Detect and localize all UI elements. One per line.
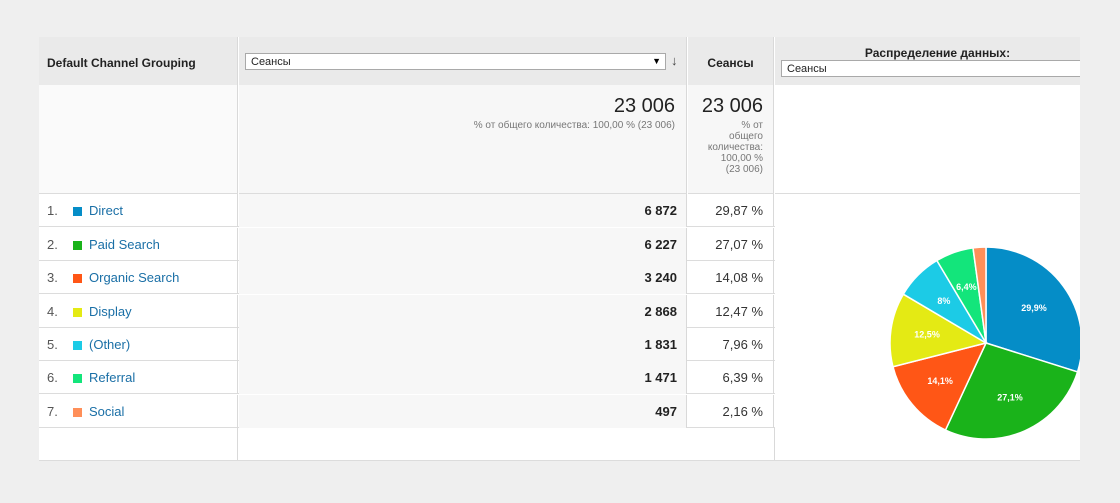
metric-total: 23 006 xyxy=(613,95,675,117)
row-percent: 12,47 % xyxy=(688,295,774,328)
row-percent: 27,07 % xyxy=(688,228,774,261)
channel-link-direct[interactable]: Direct xyxy=(89,203,123,218)
sessions-total-note: % от общего количества: 100,00 % (23 006… xyxy=(688,120,763,175)
pie-slice-label: 12,5% xyxy=(914,330,940,340)
channel-link-organic-search[interactable]: Organic Search xyxy=(89,270,179,285)
empty-cell xyxy=(39,428,238,460)
row-value: 1 471 xyxy=(239,361,687,394)
row-value: 3 240 xyxy=(239,261,687,294)
color-swatch xyxy=(73,374,82,383)
sessions-total: 23 006 xyxy=(701,95,763,117)
row-value: 1 831 xyxy=(239,328,687,361)
pie-slice-label: 27,1% xyxy=(997,392,1023,402)
pie-chart: 29,9% 27,1% 14,1% 12,5% 8% 6,4% xyxy=(889,246,1080,440)
row-value: 497 xyxy=(239,395,687,428)
row-percent: 7,96 % xyxy=(688,328,774,361)
row-name-cell: 5. (Other) xyxy=(39,328,238,361)
row-value: 6 872 xyxy=(239,194,687,227)
sessions-note-line: 100,00 % xyxy=(720,153,763,164)
row-percent: 29,87 % xyxy=(688,194,774,227)
row-name-cell: 3. Organic Search xyxy=(39,261,238,294)
pie-slice-label: 29,9% xyxy=(1021,303,1047,313)
totals-metric-cell: 23 006 % от общего количества: 100,00 % … xyxy=(239,85,687,194)
empty-cell xyxy=(239,428,775,460)
sessions-note-line: % от xyxy=(741,120,763,131)
totals-distribution-cell xyxy=(775,85,1080,194)
row-percent: 6,39 % xyxy=(688,361,774,394)
sessions-note-line: общего xyxy=(729,131,763,142)
pie-slice-label: 8% xyxy=(937,296,950,306)
table-row: 3. Organic Search 3 240 14,08 % xyxy=(39,261,775,294)
table-row: 7. Social 497 2,16 % xyxy=(39,395,775,428)
totals-sessions-cell: 23 006 % от общего количества: 100,00 % … xyxy=(688,85,774,194)
sessions-note-line: (23 006) xyxy=(725,164,763,175)
channel-link-other[interactable]: (Other) xyxy=(89,337,130,352)
color-swatch xyxy=(73,341,82,350)
row-value: 6 227 xyxy=(239,228,687,261)
sessions-note-line: количества: xyxy=(707,142,763,153)
dropdown-arrow-icon: ▼ xyxy=(652,56,661,66)
pie-slice-label: 14,1% xyxy=(927,376,953,386)
row-name-cell: 6. Referral xyxy=(39,361,238,394)
pie-slice-label: 6,4% xyxy=(956,282,977,292)
distribution-chart-area: 29,9% 27,1% 14,1% 12,5% 8% 6,4% xyxy=(775,194,1080,460)
channel-link-social[interactable]: Social xyxy=(89,404,124,419)
color-swatch xyxy=(73,308,82,317)
channel-link-paid-search[interactable]: Paid Search xyxy=(89,237,160,252)
distribution-header: Распределение данных: Сеансы xyxy=(775,37,1080,85)
sort-descending-icon[interactable]: ↓ xyxy=(671,53,678,68)
row-name-cell: 2. Paid Search xyxy=(39,228,238,261)
row-index: 4. xyxy=(47,304,58,319)
row-name-cell: 7. Social xyxy=(39,395,238,428)
color-swatch xyxy=(73,207,82,216)
table-row: 2. Paid Search 6 227 27,07 % xyxy=(39,228,775,261)
metric-select-value: Сеансы xyxy=(251,56,291,68)
channel-link-referral[interactable]: Referral xyxy=(89,370,135,385)
metric-total-note: % от общего количества: 100,00 % (23 006… xyxy=(473,120,675,131)
row-percent: 14,08 % xyxy=(688,261,774,294)
table-row: 5. (Other) 1 831 7,96 % xyxy=(39,328,775,361)
channel-link-display[interactable]: Display xyxy=(89,304,132,319)
table-row: 1. Direct 6 872 29,87 % xyxy=(39,194,775,227)
color-swatch xyxy=(73,274,82,283)
row-index: 7. xyxy=(47,404,58,419)
row-percent: 2,16 % xyxy=(688,395,774,428)
metric-select[interactable]: Сеансы ▼ xyxy=(245,53,666,70)
sessions-header-label: Сеансы xyxy=(707,56,754,70)
color-swatch xyxy=(73,408,82,417)
row-index: 5. xyxy=(47,337,58,352)
table-row: 6. Referral 1 471 6,39 % xyxy=(39,361,775,394)
sessions-header[interactable]: Сеансы xyxy=(688,37,774,85)
row-name-cell: 4. Display xyxy=(39,295,238,328)
distribution-label: Распределение данных: xyxy=(864,46,1011,60)
dimension-header[interactable]: Default Channel Grouping xyxy=(39,37,238,85)
row-index: 2. xyxy=(47,237,58,252)
row-index: 6. xyxy=(47,370,58,385)
metric-header: Сеансы ▼ ↓ xyxy=(239,37,687,85)
color-swatch xyxy=(73,241,82,250)
distribution-select[interactable]: Сеансы xyxy=(781,60,1080,77)
dimension-header-label: Default Channel Grouping xyxy=(47,56,196,70)
distribution-select-value: Сеансы xyxy=(787,63,827,75)
table-row: 4. Display 2 868 12,47 % xyxy=(39,295,775,328)
totals-dimension-cell xyxy=(39,85,238,194)
row-index: 3. xyxy=(47,270,58,285)
report-table: Default Channel Grouping Сеансы ▼ ↓ Сеан… xyxy=(39,37,1080,461)
row-name-cell: 1. Direct xyxy=(39,194,238,227)
row-value: 2 868 xyxy=(239,295,687,328)
row-index: 1. xyxy=(47,203,58,218)
